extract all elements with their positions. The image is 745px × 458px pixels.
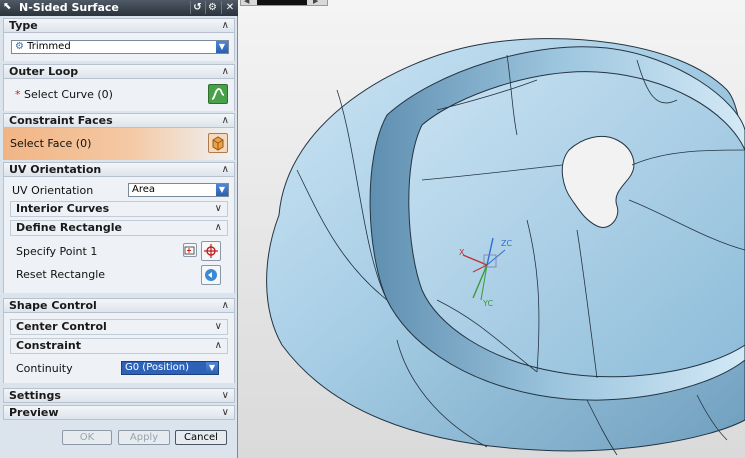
section-shape-control-label: Shape Control [9,299,97,312]
close-icon[interactable]: ✕ [221,1,238,14]
trimmed-icon: ⚙ [15,41,24,52]
collapse-icon: ∧ [214,340,222,351]
x-axis-label: X [459,248,465,257]
collapse-icon: ∧ [214,222,222,233]
section-outer-loop-body: * Select Curve (0) [3,79,235,111]
reset-icon[interactable]: ↺ [190,1,204,14]
point-dialog-icon[interactable] [183,243,197,257]
nsided-surface-dialog: ⬉ N-Sided Surface ↺ ⚙ ✕ Type ∧ ⚙ Trimmed… [0,0,238,458]
collapse-icon: ∧ [221,20,229,31]
zc-axis-label: ZC [501,239,513,248]
dropdown-arrow-icon: ▼ [216,41,228,53]
apply-button[interactable]: Apply [118,430,170,445]
section-uv-orientation-header[interactable]: UV Orientation ∧ [3,162,235,177]
nx-tool-icon: ⬉ [3,1,12,12]
section-uv-orientation-label: UV Orientation [9,163,102,176]
uv-orientation-value: Area [132,184,156,195]
center-control-label: Center Control [16,320,107,333]
collapse-icon: ∧ [221,115,229,126]
section-outer-loop-header[interactable]: Outer Loop ∧ [3,64,235,79]
reset-rectangle-label: Reset Rectangle [16,268,106,281]
expand-icon: ∨ [221,407,229,418]
graphics-viewport[interactable]: ZC YC X [237,0,745,458]
section-constraint-faces-label: Constraint Faces [9,114,113,127]
section-type-body: ⚙ Trimmed ▼ [3,33,235,61]
continuity-label: Continuity [16,362,73,375]
face-cube-icon[interactable] [208,133,228,153]
interior-curves-label: Interior Curves [16,202,110,215]
section-outer-loop-label: Outer Loop [9,65,79,78]
subsection-define-rectangle-header[interactable]: Define Rectangle ∧ [10,220,228,236]
collapse-icon: ∧ [221,300,229,311]
expand-icon: ∨ [214,321,222,332]
constraint-label: Constraint [16,339,81,352]
viewport-scrollbar[interactable]: ◀ ▶ [240,0,328,6]
curve-icon[interactable] [208,84,228,104]
select-curve-label[interactable]: Select Curve (0) [24,88,113,101]
uv-orientation-select[interactable]: Area ▼ [128,183,229,197]
expand-icon: ∨ [214,203,222,214]
select-face-label[interactable]: Select Face (0) [10,137,91,150]
dialog-title: N-Sided Surface [19,1,119,14]
dropdown-arrow-icon: ▼ [206,362,218,374]
section-constraint-faces-header[interactable]: Constraint Faces ∧ [3,113,235,128]
expand-icon: ∨ [221,390,229,401]
section-settings-label: Settings [9,389,61,402]
section-settings-header[interactable]: Settings ∨ [3,388,235,403]
continuity-value: G0 (Position) [125,362,190,373]
point-icon[interactable] [201,241,221,261]
continuity-select[interactable]: G0 (Position) ▼ [121,361,219,375]
subsection-interior-curves-header[interactable]: Interior Curves ∨ [10,201,228,217]
uv-orientation-field-label: UV Orientation [12,184,94,197]
scrollbar-thumb[interactable] [257,0,307,5]
subsection-center-control-header[interactable]: Center Control ∨ [10,319,228,335]
section-constraint-faces-body[interactable]: Select Face (0) [3,128,235,160]
required-marker: * [15,88,21,101]
type-select-value: Trimmed [27,41,71,52]
scroll-right-icon[interactable]: ▶ [313,0,318,5]
section-preview-label: Preview [9,406,59,419]
reset-rectangle-icon[interactable] [201,265,221,285]
section-preview-header[interactable]: Preview ∨ [3,405,235,420]
define-rectangle-label: Define Rectangle [16,221,122,234]
dropdown-arrow-icon: ▼ [216,184,228,196]
cancel-button[interactable]: Cancel [175,430,227,445]
nsided-surface-model [266,38,745,456]
type-select[interactable]: ⚙ Trimmed ▼ [11,40,229,54]
section-type-label: Type [9,19,38,32]
gear-icon[interactable]: ⚙ [205,1,219,14]
scroll-left-icon[interactable]: ◀ [244,0,249,5]
collapse-icon: ∧ [221,164,229,175]
subsection-constraint-header[interactable]: Constraint ∧ [10,338,228,354]
collapse-icon: ∧ [221,66,229,77]
yc-axis-label: YC [483,299,494,308]
section-shape-control-header[interactable]: Shape Control ∧ [3,298,235,313]
specify-point-label: Specify Point 1 [16,245,98,258]
ok-button[interactable]: OK [62,430,112,445]
section-type-header[interactable]: Type ∧ [3,18,235,33]
dialog-titlebar[interactable]: ⬉ N-Sided Surface ↺ ⚙ ✕ [0,0,238,16]
